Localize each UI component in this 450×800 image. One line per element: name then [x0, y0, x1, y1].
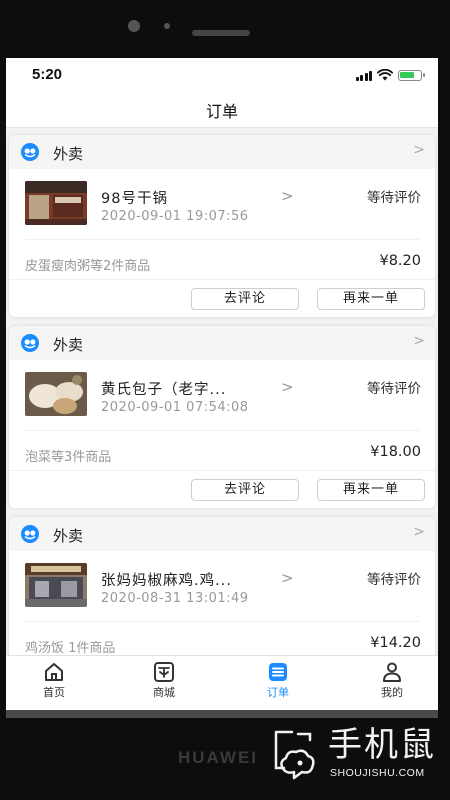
orders-icon — [269, 663, 287, 681]
nav-bar: 订单 — [6, 94, 438, 128]
tab-label: 首页 — [43, 686, 65, 699]
shop-name[interactable]: 98号干锅 — [101, 187, 168, 208]
divider — [9, 470, 435, 471]
divider — [9, 279, 435, 280]
shop-chevron-icon[interactable]: > — [281, 378, 294, 396]
order-items-summary: 皮蛋瘦肉粥等2件商品 — [25, 259, 151, 274]
takeaway-brand-icon — [21, 143, 39, 161]
shop-thumbnail — [25, 372, 87, 416]
status-time: 5:20 — [32, 66, 63, 83]
tab-label: 商城 — [153, 686, 175, 699]
order-brand-label: 外卖 — [53, 145, 84, 163]
page-title: 订单 — [205, 102, 238, 121]
tab-mall[interactable]: 商城 — [124, 656, 204, 704]
sensor-dot — [164, 23, 170, 29]
chevron-right-icon: > — [413, 142, 425, 158]
order-brand-label: 外卖 — [53, 527, 84, 545]
order-card[interactable]: 外卖 > 98号干锅 > 等待评价 2020-09-01 19:07:56 皮蛋… — [9, 135, 435, 317]
order-time: 2020-09-01 19:07:56 — [101, 209, 249, 224]
battery-icon — [398, 69, 425, 81]
profile-icon — [383, 662, 401, 682]
shop-chevron-icon[interactable]: > — [281, 569, 294, 587]
shop-name[interactable]: 黄氏包子（老字... — [101, 378, 226, 399]
review-button[interactable]: 去评论 — [191, 288, 299, 310]
watermark-logo-icon — [274, 730, 315, 780]
watermark: 手机鼠 SHOUJISHU.COM — [262, 722, 442, 788]
order-price: ¥14.20 — [370, 635, 421, 651]
wifi-icon — [377, 69, 393, 81]
order-list[interactable]: 外卖 > 98号干锅 > 等待评价 2020-09-01 19:07:56 皮蛋… — [6, 129, 438, 655]
review-button[interactable]: 去评论 — [191, 479, 299, 501]
signal-icon — [355, 70, 372, 81]
shop-thumbnail — [25, 181, 87, 225]
shop-thumbnail — [25, 563, 87, 607]
shop-chevron-icon[interactable]: > — [281, 187, 294, 205]
tab-label: 订单 — [267, 686, 289, 699]
takeaway-brand-icon — [21, 334, 39, 352]
order-status: 等待评价 — [367, 381, 421, 397]
order-card-header[interactable]: 外卖 > — [9, 326, 435, 360]
reorder-button[interactable]: 再来一单 — [317, 479, 425, 501]
status-icons — [355, 68, 425, 82]
tab-label: 我的 — [381, 686, 403, 699]
home-indicator-area — [6, 710, 438, 718]
order-card-header[interactable]: 外卖 > — [9, 135, 435, 169]
app-screen: 5:20 订单 外卖 > 98号干锅 > 等待评价 2020-09-01 19:… — [6, 58, 438, 718]
order-time: 2020-08-31 13:01:49 — [101, 591, 249, 606]
order-card[interactable]: 外卖 > 张妈妈椒麻鸡.鸡... > 等待评价 2020-08-31 13:01… — [9, 517, 435, 655]
device-brand-label: HUAWEI — [178, 748, 258, 767]
chevron-right-icon: > — [413, 524, 425, 540]
device-notch — [120, 20, 260, 48]
order-items-summary: 泡菜等3件商品 — [25, 450, 112, 465]
order-brand-label: 外卖 — [53, 336, 84, 354]
bottom-tab-bar: 首页 商城 订单 我的 — [6, 655, 438, 703]
order-card-header[interactable]: 外卖 > — [9, 517, 435, 551]
divider — [25, 621, 419, 622]
order-time: 2020-09-01 07:54:08 — [101, 400, 249, 415]
tab-profile[interactable]: 我的 — [352, 656, 432, 704]
camera-dot — [128, 20, 140, 32]
shop-name[interactable]: 张妈妈椒麻鸡.鸡... — [101, 569, 232, 590]
home-icon — [45, 663, 63, 681]
takeaway-brand-icon — [21, 525, 39, 543]
order-price: ¥18.00 — [370, 444, 421, 460]
device-top-bezel — [0, 0, 450, 58]
order-price: ¥8.20 — [379, 253, 421, 269]
status-bar: 5:20 — [6, 58, 438, 94]
tab-home[interactable]: 首页 — [14, 656, 94, 704]
device-right-bezel — [438, 58, 450, 718]
order-status: 等待评价 — [367, 572, 421, 588]
watermark-title: 手机鼠 — [328, 725, 436, 765]
watermark-url: SHOUJISHU.COM — [330, 767, 425, 779]
divider — [25, 430, 419, 431]
order-card[interactable]: 外卖 > 黄氏包子（老字... > 等待评价 2020-09-01 07:54:… — [9, 326, 435, 508]
tab-orders[interactable]: 订单 — [238, 656, 318, 704]
reorder-button[interactable]: 再来一单 — [317, 288, 425, 310]
mall-icon — [154, 662, 174, 682]
speaker-grille — [192, 30, 250, 36]
chevron-right-icon: > — [413, 333, 425, 349]
order-items-summary: 鸡汤饭 1件商品 — [25, 641, 116, 655]
order-status: 等待评价 — [367, 190, 421, 206]
divider — [25, 239, 419, 240]
